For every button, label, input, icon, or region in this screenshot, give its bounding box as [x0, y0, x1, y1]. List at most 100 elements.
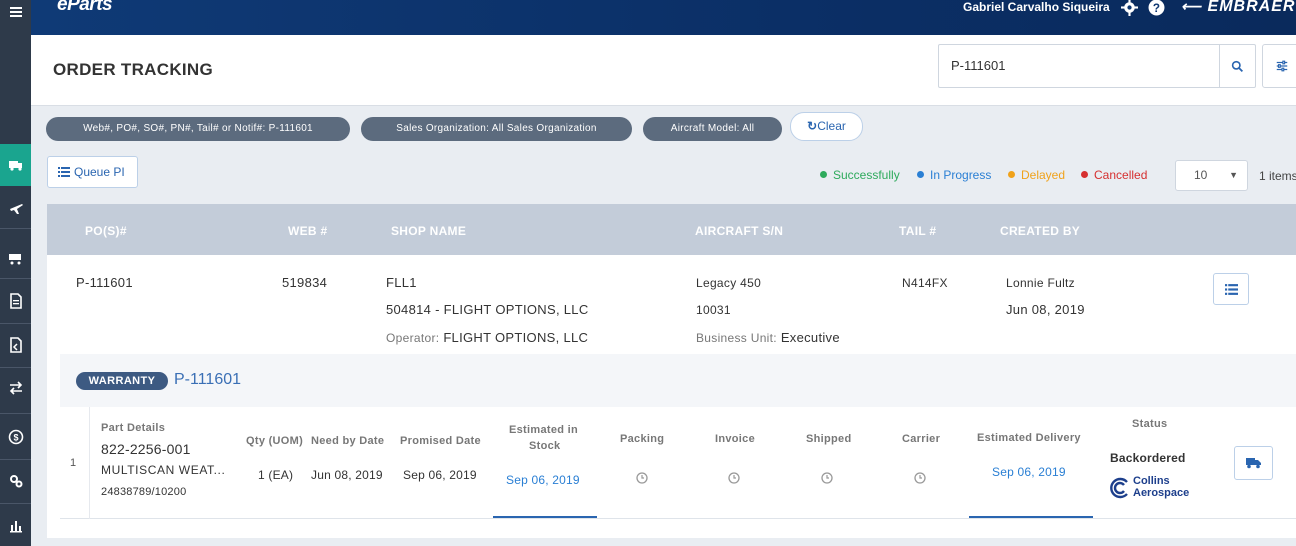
- promised-value: Sep 06, 2019: [403, 468, 477, 482]
- supplier-logo: Collins Aerospace: [1109, 475, 1193, 501]
- page-size-select[interactable]: 10 ▼: [1175, 160, 1248, 191]
- sidebar-item-transfer[interactable]: [0, 368, 31, 408]
- row-details-button[interactable]: [1213, 273, 1249, 305]
- dollar-icon: $: [8, 429, 23, 445]
- clear-filters-button[interactable]: ↻Clear: [790, 112, 863, 141]
- header-part-details: Part Details: [101, 422, 166, 434]
- title-bar: ORDER TRACKING P-111601: [31, 35, 1296, 106]
- embraer-arrow-icon: ⟵: [1181, 0, 1203, 14]
- header-invoice: Invoice: [715, 433, 756, 445]
- svg-text:?: ?: [1153, 2, 1160, 15]
- filter-chip-sales-org[interactable]: Sales Organization: All Sales Organizati…: [361, 117, 632, 141]
- search-input[interactable]: P-111601: [938, 44, 1220, 88]
- header-po[interactable]: PO(S)#: [85, 224, 127, 238]
- est-stock-indicator: [493, 516, 597, 518]
- header-est-stock: Estimated in: [509, 424, 579, 436]
- list-icon: [58, 167, 70, 177]
- warranty-header: [60, 354, 1296, 407]
- header-need-by: Need by Date: [311, 435, 385, 447]
- items-count: 1 items: [1259, 169, 1296, 183]
- status-dot-icon: [917, 171, 924, 178]
- sidebar-item-exchange[interactable]: [0, 325, 31, 365]
- search-button[interactable]: [1219, 44, 1256, 88]
- part-number[interactable]: 822-2256-001: [101, 441, 191, 457]
- refresh-icon: ↻: [807, 119, 818, 133]
- document-icon: [9, 293, 22, 309]
- brand-logo: ⟵ EMBRAER: [1181, 0, 1296, 15]
- aircraft-model: Legacy 450: [696, 276, 762, 290]
- tracking-button[interactable]: [1234, 446, 1273, 480]
- sidebar-item-settings[interactable]: [0, 461, 31, 501]
- header-est-delivery: Estimated Delivery: [977, 432, 1081, 444]
- caret-down-icon: ▼: [1229, 170, 1238, 180]
- sidebar-item-orders[interactable]: [0, 144, 31, 186]
- header-shop-name[interactable]: SHOP NAME: [391, 224, 466, 238]
- queue-pi-button[interactable]: Queue PI: [47, 156, 138, 188]
- header-promised: Promised Date: [400, 435, 481, 447]
- settings-icon: [9, 475, 22, 488]
- created-by: Lonnie Fultz: [1006, 276, 1075, 290]
- page-title: ORDER TRACKING: [53, 60, 214, 79]
- est-delivery-value[interactable]: Sep 06, 2019: [992, 465, 1066, 479]
- top-bar: eParts Gabriel Carvalho Siqueira ? ⟵ EMB…: [31, 0, 1296, 35]
- clock-icon: [728, 472, 740, 484]
- filter-chip-search[interactable]: Web#, PO#, SO#, PN#, Tail# or Notif#: P-…: [46, 117, 350, 141]
- operator: Operator: FLIGHT OPTIONS, LLC: [386, 330, 589, 345]
- sidebar-item-cart[interactable]: [0, 238, 31, 278]
- clock-icon: [821, 472, 833, 484]
- header-est-stock-2: Stock: [529, 440, 561, 452]
- header-carrier: Carrier: [902, 433, 941, 445]
- header-status: Status: [1132, 418, 1168, 430]
- sidebar-item-reports[interactable]: [0, 505, 31, 545]
- user-name[interactable]: Gabriel Carvalho Siqueira: [963, 0, 1110, 14]
- sidebar-item-aircraft[interactable]: [0, 188, 31, 228]
- legend-cancelled: Cancelled: [1081, 168, 1147, 182]
- header-shipped: Shipped: [806, 433, 852, 445]
- list-icon: [1224, 283, 1238, 295]
- shop-name: 504814 - FLIGHT OPTIONS, LLC: [386, 302, 589, 317]
- advanced-filter-button[interactable]: [1262, 44, 1296, 88]
- header-aircraft-sn[interactable]: AIRCRAFT S/N: [695, 224, 783, 238]
- menu-icon[interactable]: [0, 0, 31, 26]
- help-icon[interactable]: ?: [1148, 0, 1165, 16]
- legend-in-progress: In Progress: [917, 168, 991, 182]
- legend-successfully: Successfully: [820, 168, 900, 182]
- cart-icon: [8, 254, 21, 265]
- sidebar-item-finance[interactable]: $: [0, 417, 31, 457]
- shop-code: FLL1: [386, 275, 417, 290]
- business-unit: Business Unit: Executive: [696, 330, 840, 345]
- transfer-icon: [9, 381, 22, 395]
- clock-icon: [636, 472, 648, 484]
- header-qty: Qty (UOM): [246, 435, 304, 447]
- search-icon: [1231, 60, 1244, 72]
- header-packing: Packing: [620, 433, 665, 445]
- status-dot-icon: [820, 171, 827, 178]
- header-web[interactable]: WEB #: [288, 224, 328, 238]
- app-logo[interactable]: eParts: [57, 0, 113, 16]
- status-dot-icon: [1081, 171, 1088, 178]
- supplier-name: Collins Aerospace: [1133, 475, 1190, 499]
- warranty-badge: WARRANTY: [76, 372, 168, 390]
- bar-chart-icon: [9, 521, 22, 533]
- truck-icon: [1245, 458, 1261, 469]
- po-number: P-111601: [76, 275, 133, 290]
- est-delivery-indicator: [969, 516, 1093, 518]
- divider: [89, 407, 90, 519]
- gear-icon[interactable]: [1121, 0, 1138, 16]
- line-index: 1: [70, 457, 77, 469]
- sidebar-item-documents[interactable]: [0, 281, 31, 321]
- clock-icon: [914, 472, 926, 484]
- legend-delayed: Delayed: [1008, 168, 1065, 182]
- header-created-by[interactable]: CREATED BY: [1000, 224, 1080, 238]
- aircraft-sn: 10031: [696, 303, 731, 317]
- tail-number: N414FX: [902, 276, 948, 290]
- need-by-value: Jun 08, 2019: [311, 468, 383, 482]
- qty-value: 1 (EA): [258, 468, 294, 482]
- warranty-po[interactable]: P-111601: [174, 371, 241, 389]
- filter-chip-aircraft-model[interactable]: Aircraft Model: All: [643, 117, 782, 141]
- plane-icon: [9, 204, 23, 214]
- est-stock-value[interactable]: Sep 06, 2019: [506, 473, 580, 487]
- sliders-icon: [1276, 60, 1288, 72]
- created-date: Jun 08, 2019: [1006, 302, 1085, 317]
- header-tail[interactable]: TAIL #: [899, 224, 936, 238]
